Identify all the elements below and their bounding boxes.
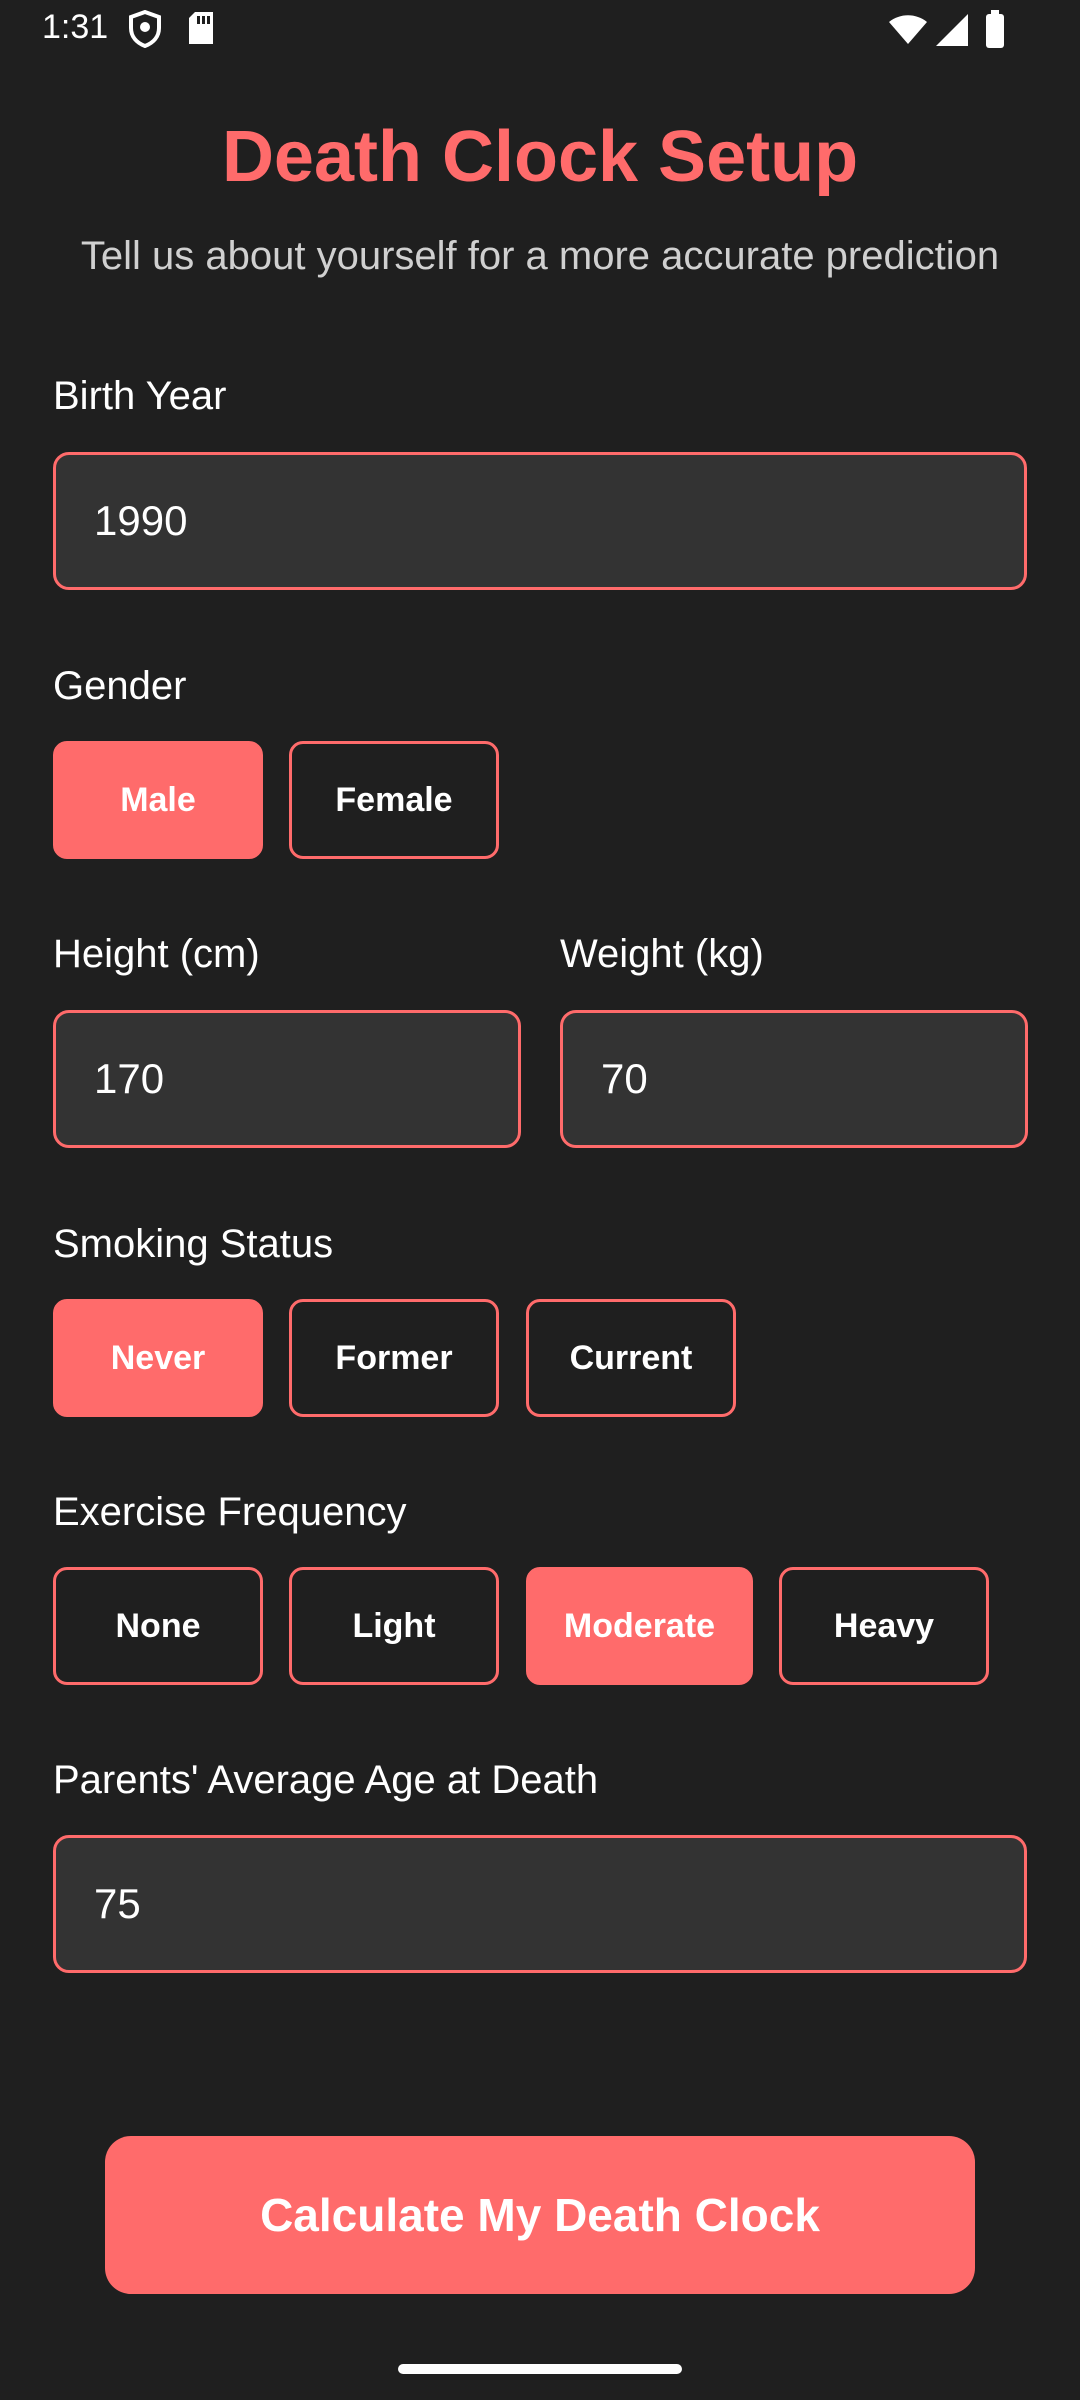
calculate-button[interactable]: Calculate My Death Clock [105, 2136, 975, 2294]
smoking-current-button[interactable]: Current [526, 1299, 736, 1417]
sd-card-icon [186, 10, 216, 51]
status-time: 1:31 [42, 8, 109, 46]
gender-label: Gender [53, 664, 187, 708]
exercise-heavy-button[interactable]: Heavy [779, 1567, 989, 1685]
status-bar: 1:31 [0, 0, 1080, 64]
height-input[interactable]: 170 [53, 1010, 521, 1148]
setup-screen: 1:31 Death Clock Setup Tell us about you… [0, 0, 1080, 2400]
shield-icon [128, 9, 162, 53]
weight-value: 70 [601, 1055, 648, 1102]
smoking-never-button[interactable]: Never [53, 1299, 263, 1417]
gender-male-button[interactable]: Male [53, 741, 263, 859]
smoking-former-button[interactable]: Former [289, 1299, 499, 1417]
birth-year-input[interactable]: 1990 [53, 452, 1027, 590]
weight-label: Weight (kg) [560, 932, 764, 976]
height-label: Height (cm) [53, 932, 260, 976]
page-title: Death Clock Setup [221, 117, 859, 197]
exercise-none-button[interactable]: None [53, 1567, 263, 1685]
wifi-icon [888, 14, 928, 51]
parents-age-input[interactable]: 75 [53, 1835, 1027, 1973]
home-indicator[interactable] [398, 2364, 682, 2374]
page-subtitle: Tell us about yourself for a more accura… [80, 234, 1000, 278]
exercise-label: Exercise Frequency [53, 1490, 407, 1534]
birth-year-label: Birth Year [53, 374, 227, 418]
parents-age-value: 75 [94, 1880, 141, 1927]
signal-icon [934, 12, 970, 53]
weight-input[interactable]: 70 [560, 1010, 1028, 1148]
exercise-moderate-button[interactable]: Moderate [526, 1567, 753, 1685]
smoking-label: Smoking Status [53, 1222, 334, 1266]
exercise-light-button[interactable]: Light [289, 1567, 499, 1685]
parents-age-label: Parents' Average Age at Death [53, 1758, 599, 1802]
height-value: 170 [94, 1055, 165, 1102]
birth-year-value: 1990 [94, 497, 188, 544]
gender-female-button[interactable]: Female [289, 741, 499, 859]
battery-icon [984, 10, 1006, 53]
